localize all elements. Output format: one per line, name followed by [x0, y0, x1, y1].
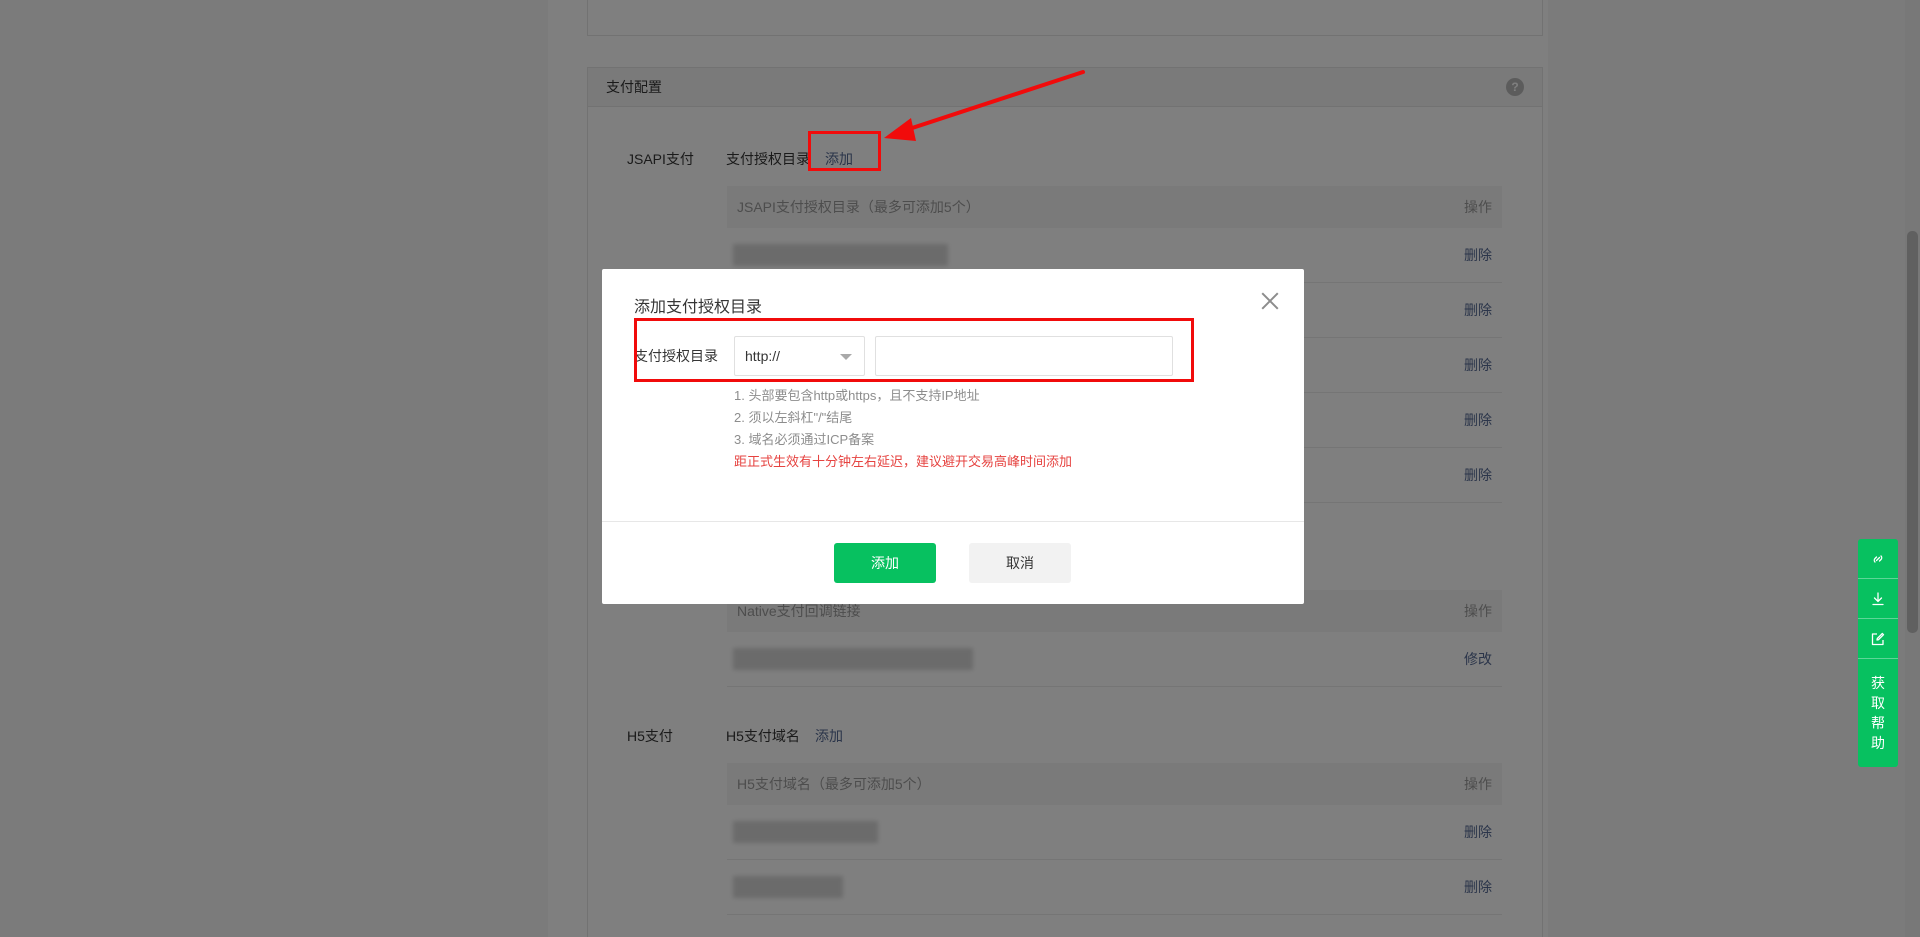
- tip-line: 1. 头部要包含http或https，且不支持IP地址: [734, 388, 980, 403]
- dialog-title: 添加支付授权目录: [634, 299, 763, 316]
- cancel-button[interactable]: 取消: [969, 543, 1071, 583]
- tip-line: 2. 须以左斜杠"/"结尾: [734, 410, 853, 425]
- warning-text: 距正式生效有十分钟左右延迟，建议避开交易高峰时间添加: [734, 454, 1073, 469]
- tip-line: 3. 域名必须通过ICP备案: [734, 432, 875, 447]
- close-icon[interactable]: [1258, 289, 1282, 313]
- dialog-footer: 添加 取消: [602, 521, 1304, 604]
- input-row-highlight-box: [634, 318, 1194, 382]
- confirm-add-button[interactable]: 添加: [834, 543, 936, 583]
- dialog-tips: 1. 头部要包含http或https，且不支持IP地址 2. 须以左斜杠"/"结…: [734, 385, 1072, 473]
